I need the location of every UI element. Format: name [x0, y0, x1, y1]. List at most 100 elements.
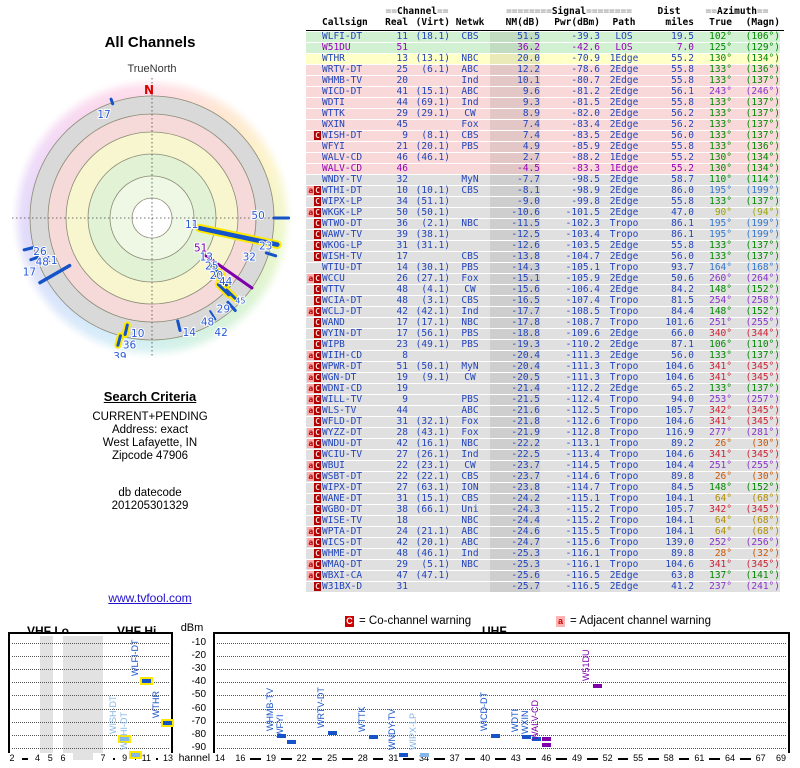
callsign-cell: WCIA-DT — [322, 295, 363, 306]
co-channel-warning-marker: C — [314, 450, 321, 459]
co-channel-warning-marker: C — [314, 318, 321, 327]
callsign-cell: WLS-TV — [322, 405, 357, 416]
callsign-cell: WGBO-DT — [322, 504, 363, 515]
co-channel-warning-marker: C — [314, 505, 321, 514]
polar-label-ch17: 17 — [97, 109, 110, 121]
adjacent-warning-marker: a — [307, 384, 315, 393]
co-channel-warning-marker: C — [314, 417, 321, 426]
co-channel-warning-marker: C — [314, 219, 321, 228]
callsign-cell: WPWR-DT — [322, 361, 363, 372]
co-channel-warning-marker: C — [314, 208, 321, 217]
column-header: True — [709, 17, 732, 28]
callsign-cell: WYIN-DT — [322, 328, 363, 339]
column-header: Pwr(dBm) — [554, 17, 600, 28]
co-channel-warning-marker: C — [314, 494, 321, 503]
signal-bar-W51DU — [592, 683, 602, 688]
co-channel-warning-marker: C — [314, 351, 321, 360]
callsign-cell: WFLD-DT — [322, 416, 363, 427]
callsign-cell: WBUI — [322, 460, 345, 471]
callsign-cell: WKOG-LP — [322, 240, 363, 251]
search-line: CURRENT+PENDING — [92, 411, 208, 423]
channel-tick: 46 — [536, 753, 557, 763]
callsign-cell: WXIN — [322, 119, 345, 130]
adjacent-warning-marker: a — [307, 560, 315, 569]
polar-label-ch45: 45 — [235, 296, 245, 305]
gridline — [12, 708, 169, 710]
co-channel-warning-marker: C — [314, 197, 321, 206]
channel-tick: 49 — [567, 753, 587, 763]
signal-bar-WNDY-TV — [399, 753, 409, 757]
polar-label-ch44: 44 — [219, 276, 233, 288]
gridline — [12, 656, 169, 658]
co-channel-badge: C — [345, 616, 354, 627]
polar-label-ch26: 26 — [33, 246, 47, 258]
polar-label-ch39: 39 — [113, 351, 126, 358]
channel-tick: 43 — [505, 753, 526, 763]
gridline — [217, 708, 786, 710]
column-header: (Virt) — [415, 17, 450, 28]
callsign-cell: WDTI — [322, 97, 345, 108]
signal-bar-WRTV-DT — [327, 730, 337, 735]
channel-tick: 14 — [210, 753, 230, 763]
adjacent-warning-marker: a — [307, 351, 315, 360]
table-row: C WIPX-LP 34 (51.1) -9.0 -99.8 2Edge 55.8 133° (1… — [306, 197, 780, 208]
polar-label-ch17: 17 — [23, 267, 36, 279]
adjacent-warning-marker: a — [307, 538, 315, 547]
signal-bar-WFYI — [286, 740, 296, 745]
channel-tick: 22 — [291, 753, 312, 763]
channel-tick: 19 — [261, 753, 281, 763]
callsign-cell: WKGK-LP — [322, 207, 363, 218]
bar-label-WALV-CD: WALV-CD — [529, 700, 540, 741]
co-channel-warning-marker: C — [314, 571, 321, 580]
channel-tick: 55 — [628, 753, 649, 763]
db-datecode-label: db datecode — [118, 487, 182, 499]
co-channel-warning-marker: C — [314, 395, 321, 404]
tvfool-link[interactable]: www.tvfool.com — [20, 591, 280, 605]
channel-tick: 28 — [352, 753, 373, 763]
adjacent-warning-marker: a — [307, 395, 315, 404]
adjacent-warning-marker: a — [307, 362, 315, 371]
bar-label-WICD-DT: WICD-DT — [478, 692, 489, 732]
polar-label-ch23: 23 — [259, 240, 272, 252]
adjacent-warning-marker: a — [307, 274, 315, 283]
callsign-cell: W51DU — [322, 42, 351, 53]
polar-label-ch42: 42 — [214, 327, 227, 339]
polar-label-ch50: 50 — [251, 210, 264, 222]
bar-label-WTHR: WTHR — [151, 690, 162, 718]
callsign-cell: WISE-TV — [322, 515, 363, 526]
callsign-cell: WISH-DT — [322, 130, 363, 141]
band-gap — [40, 636, 53, 760]
co-channel-warning-marker: C — [314, 340, 321, 349]
gridline — [12, 747, 169, 749]
co-channel-warning-marker: C — [314, 252, 321, 261]
gridline — [217, 669, 786, 671]
callsign-cell: WAWV-TV — [322, 229, 363, 240]
dbm-tick: -60 — [191, 702, 206, 714]
bar-label-WTHI-DT: WTHI-DT — [118, 712, 129, 750]
adjacent-warning-marker: a — [307, 307, 315, 316]
signal-bar-WICD-DT — [490, 734, 500, 739]
co-channel-warning-marker: C — [314, 241, 321, 250]
callsign-cell: WANE-DT — [322, 493, 363, 504]
channel-tick: 37 — [444, 753, 465, 763]
callsign-cell: WTWO-DT — [322, 218, 363, 229]
gridline — [217, 656, 786, 658]
callsign-cell: WLFI-DT — [322, 31, 363, 42]
bar-label-WDTI: WDTI — [509, 708, 520, 732]
co-channel-warning-marker: C — [314, 373, 321, 382]
dbm-tick: -80 — [191, 728, 206, 740]
signal-bar-WIPX-LP — [419, 753, 429, 757]
co-channel-legend: = Co-channel warning — [359, 615, 472, 627]
gridline — [217, 747, 786, 749]
gridline — [217, 643, 786, 644]
dbm-tick: -30 — [191, 663, 206, 675]
bar-label-WNDY-TV: WNDY-TV — [387, 708, 398, 750]
callsign-cell: WTHR — [322, 53, 345, 64]
callsign-cell: WNDU-DT — [322, 438, 363, 449]
adjacent-channel-badge: a — [556, 616, 565, 627]
adjacent-warning-marker: a — [307, 472, 315, 481]
gridline — [217, 682, 786, 684]
callsign-cell: WTIU-DT — [322, 262, 363, 273]
table-group-channel: ==Channel== — [385, 6, 449, 17]
callsign-cell: W31BX-D — [322, 581, 363, 592]
